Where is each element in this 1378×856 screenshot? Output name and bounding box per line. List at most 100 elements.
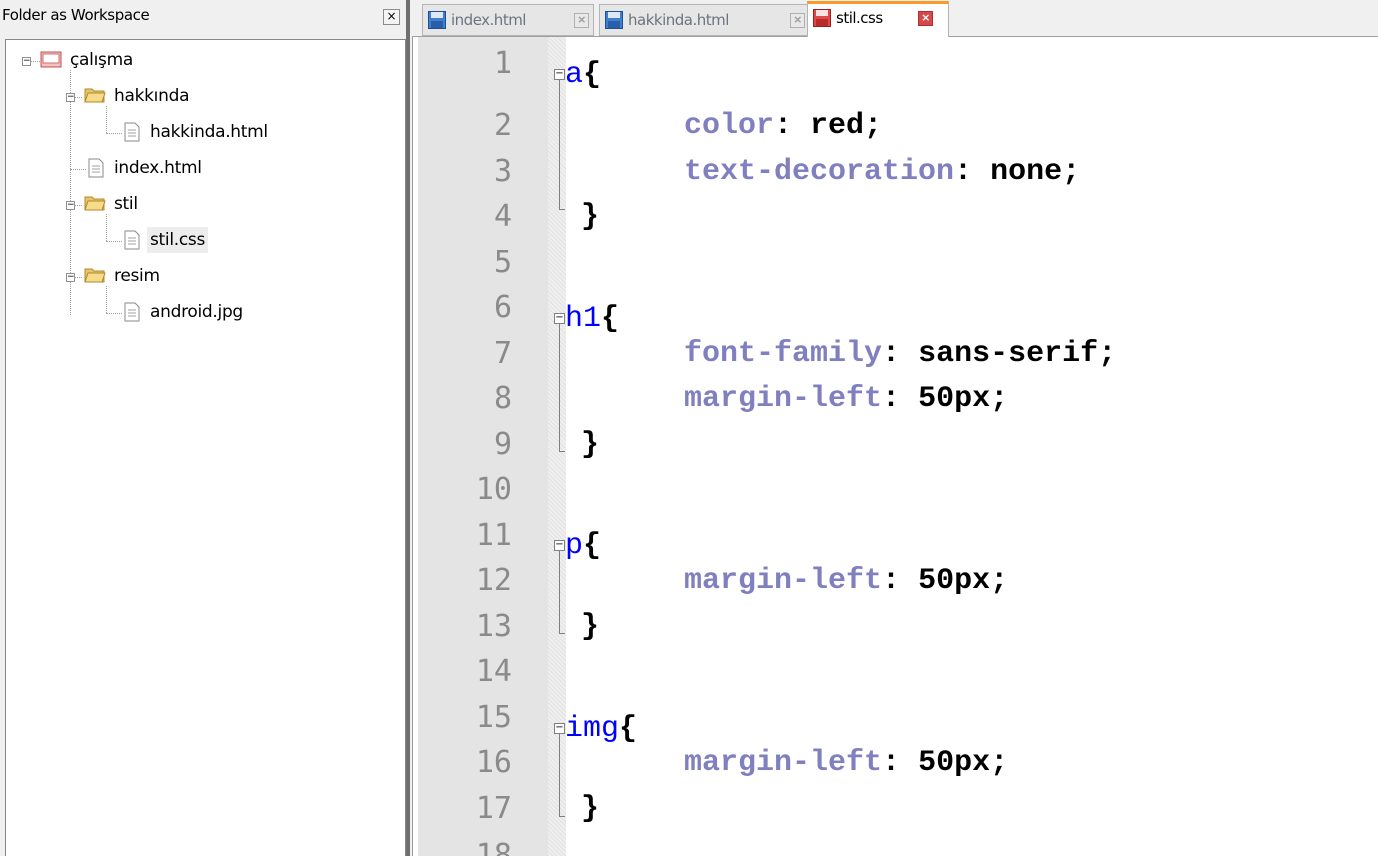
file-icon bbox=[124, 122, 140, 142]
open-brace: { bbox=[619, 712, 638, 746]
code-line: font-family: sans-serif; bbox=[684, 332, 1116, 376]
css-value: 50px; bbox=[900, 564, 1009, 598]
code-line: } bbox=[581, 787, 599, 831]
css-selector: p bbox=[565, 529, 584, 563]
close-brace: } bbox=[581, 200, 600, 234]
fold-toggle[interactable]: − bbox=[554, 723, 565, 734]
css-property: margin-left bbox=[684, 564, 883, 598]
file-icon bbox=[124, 302, 140, 322]
code-line: } bbox=[581, 605, 599, 649]
open-brace: { bbox=[583, 529, 602, 563]
colon: : bbox=[882, 337, 901, 371]
tree-item-label: çalışma bbox=[70, 50, 133, 70]
panel-header: Folder as Workspace × bbox=[0, 0, 404, 36]
tree-item-folder[interactable]: − stil bbox=[6, 190, 401, 220]
open-brace: { bbox=[601, 302, 620, 336]
tab-close-button[interactable]: × bbox=[918, 11, 933, 26]
tree-item-folder[interactable]: − resim bbox=[6, 262, 401, 292]
code-line: h1{ bbox=[565, 297, 619, 341]
code-line: } bbox=[581, 195, 599, 239]
tab-close-button[interactable]: × bbox=[790, 13, 805, 28]
tree-item-file-selected[interactable]: stil.css bbox=[6, 226, 401, 256]
tab-hakkinda-html[interactable]: hakkinda.html × bbox=[599, 4, 811, 36]
css-selector: img bbox=[565, 712, 620, 746]
collapse-toggle[interactable]: − bbox=[66, 273, 75, 282]
fold-line bbox=[559, 209, 565, 210]
line-number: 9 bbox=[493, 427, 512, 462]
collapse-toggle[interactable]: − bbox=[66, 201, 75, 210]
panel-title: Folder as Workspace bbox=[2, 6, 150, 24]
tree-item-file[interactable]: index.html bbox=[6, 154, 401, 184]
file-icon bbox=[88, 158, 104, 178]
css-selector: h1 bbox=[565, 302, 602, 336]
save-blue-icon bbox=[605, 11, 623, 29]
tree-item-label: hakkında bbox=[114, 86, 190, 106]
tree-item-label: resim bbox=[114, 266, 160, 286]
line-number: 5 bbox=[493, 245, 512, 280]
css-value: 50px; bbox=[900, 746, 1009, 780]
panel-splitter[interactable] bbox=[406, 0, 410, 856]
tab-label: hakkinda.html bbox=[628, 11, 729, 29]
css-property: color bbox=[684, 109, 775, 143]
tree-item-root-folder[interactable]: − çalışma bbox=[6, 46, 401, 76]
line-number: 17 bbox=[475, 791, 512, 826]
tree-item-file[interactable]: hakkinda.html bbox=[6, 118, 401, 148]
folder-as-workspace-panel: Folder as Workspace × − çalışma − hakkın… bbox=[0, 0, 409, 856]
fold-line bbox=[559, 451, 565, 452]
fold-toggle[interactable]: − bbox=[554, 69, 565, 80]
line-number: 3 bbox=[493, 154, 512, 189]
code-line: p{ bbox=[565, 524, 601, 568]
code-editor[interactable]: 1 2 3 4 5 6 7 8 9 10 11 12 13 14 15 16 1… bbox=[418, 37, 1378, 856]
tree-item-file[interactable]: android.jpg bbox=[6, 298, 401, 328]
tree-item-label: stil.css bbox=[147, 227, 209, 253]
css-property: text-decoration bbox=[684, 155, 955, 189]
code-line: color: red; bbox=[684, 104, 882, 148]
css-property: font-family bbox=[684, 337, 883, 371]
fold-toggle[interactable]: − bbox=[554, 313, 565, 324]
tab-index-html[interactable]: index.html × bbox=[422, 4, 594, 36]
open-brace: { bbox=[583, 58, 602, 92]
line-number: 4 bbox=[493, 199, 512, 234]
close-brace: } bbox=[581, 792, 600, 826]
line-number: 6 bbox=[493, 290, 512, 325]
tab-stil-css[interactable]: stil.css × bbox=[807, 1, 949, 37]
code-line: margin-left: 50px; bbox=[684, 377, 1008, 421]
css-property: margin-left bbox=[684, 382, 883, 416]
tree-item-label: android.jpg bbox=[150, 302, 243, 322]
line-number: 13 bbox=[475, 609, 512, 644]
tab-label: stil.css bbox=[836, 9, 883, 27]
colon: : bbox=[954, 155, 973, 189]
project-folder-icon bbox=[40, 51, 62, 68]
save-red-icon bbox=[813, 9, 831, 27]
colon: : bbox=[882, 382, 901, 416]
colon: : bbox=[774, 109, 793, 143]
colon: : bbox=[882, 564, 901, 598]
code-line: margin-left: 50px; bbox=[684, 741, 1008, 785]
colon: : bbox=[882, 746, 901, 780]
collapse-toggle[interactable]: − bbox=[22, 57, 31, 66]
fold-toggle[interactable]: − bbox=[554, 540, 565, 551]
panel-close-button[interactable]: × bbox=[383, 9, 400, 25]
line-number: 10 bbox=[475, 472, 512, 507]
css-value: 50px; bbox=[900, 382, 1009, 416]
close-brace: } bbox=[581, 428, 600, 462]
line-number: 7 bbox=[493, 336, 512, 371]
line-number: 1 bbox=[493, 46, 512, 81]
file-icon bbox=[124, 230, 140, 250]
code-line: text-decoration: none; bbox=[684, 150, 1080, 194]
fold-line bbox=[559, 734, 560, 816]
line-number: 12 bbox=[475, 563, 512, 598]
collapse-toggle[interactable]: − bbox=[66, 93, 75, 102]
line-number: 18 bbox=[475, 838, 512, 856]
css-property: margin-left bbox=[684, 746, 883, 780]
tab-close-button[interactable]: × bbox=[574, 13, 589, 28]
tree-item-folder[interactable]: − hakkında bbox=[6, 82, 401, 112]
line-number: 15 bbox=[475, 700, 512, 735]
fold-line bbox=[559, 551, 560, 633]
line-number-margin: 1 2 3 4 5 6 7 8 9 10 11 12 13 14 15 16 1… bbox=[418, 37, 548, 856]
css-selector: a bbox=[565, 58, 584, 92]
tree-item-label: index.html bbox=[114, 158, 202, 178]
workspace-tree[interactable]: − çalışma − hakkında hakkinda.html index… bbox=[5, 39, 406, 856]
open-folder-icon bbox=[84, 268, 106, 283]
tab-bar: index.html × hakkinda.html × stil.css × bbox=[412, 0, 1378, 37]
